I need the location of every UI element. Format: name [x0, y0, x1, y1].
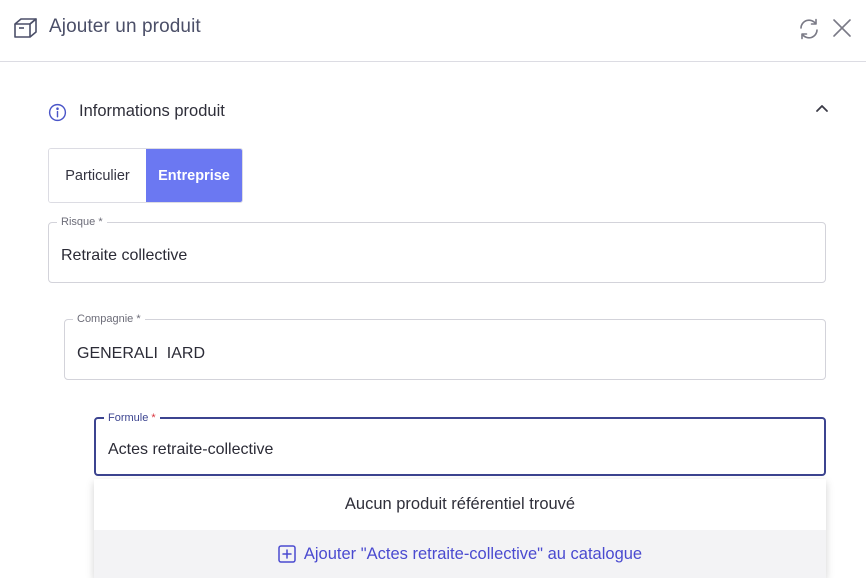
option-particulier[interactable]: Particulier [49, 149, 146, 202]
compagnie-label: Compagnie * [73, 312, 145, 326]
modal-title: Ajouter un produit [49, 16, 201, 37]
formule-dropdown: Aucun produit référentiel trouvé Ajouter… [94, 479, 826, 578]
risque-value: Retraite collective [61, 247, 188, 264]
close-icon[interactable] [831, 17, 853, 39]
section-title: Informations produit [79, 102, 225, 120]
modal-header: Ajouter un produit [0, 0, 866, 62]
compagnie-field[interactable]: Compagnie * GENERALI IARD [64, 312, 826, 380]
add-to-catalogue-option[interactable]: Ajouter "Actes retraite-collective" au c… [94, 530, 826, 578]
compagnie-value: GENERALI IARD [77, 345, 206, 362]
option-entreprise[interactable]: Entreprise [146, 149, 242, 202]
formule-field: Formule * [94, 411, 826, 476]
client-type-toggle: Particulier Entreprise [48, 148, 243, 203]
chevron-up-icon[interactable] [814, 100, 830, 116]
no-results-message: Aucun produit référentiel trouvé [344, 495, 576, 513]
formule-label: Formule * [104, 411, 160, 425]
section-header[interactable]: Informations produit [48, 100, 838, 126]
box-icon [14, 18, 37, 38]
info-icon [48, 103, 67, 122]
add-to-catalogue-label: Ajouter "Actes retraite-collective" au c… [303, 544, 643, 563]
risque-field[interactable]: Risque * Retraite collective [48, 215, 826, 283]
refresh-icon[interactable] [797, 17, 821, 41]
risque-label: Risque * [57, 215, 107, 229]
formule-input[interactable] [108, 441, 788, 459]
plus-square-icon [278, 545, 296, 563]
